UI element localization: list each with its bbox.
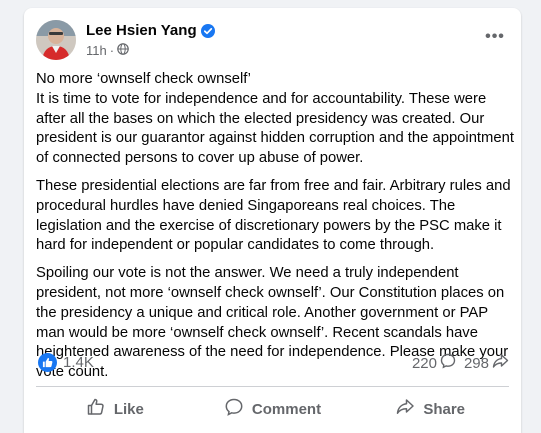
- more-options-button[interactable]: •••: [481, 26, 509, 48]
- post-meta: 11h ·: [86, 43, 129, 58]
- post-header: Lee Hsien Yang 11h · •••: [36, 20, 509, 64]
- comment-count-value: 220: [411, 354, 437, 372]
- globe-icon: [117, 43, 129, 58]
- comment-count[interactable]: 220: [412, 353, 456, 373]
- post-paragraph-2: These presidential elections are far fro…: [36, 177, 511, 254]
- like-reaction-icon: [38, 353, 57, 372]
- thumbs-up-icon: [86, 397, 106, 421]
- author-name-row: Lee Hsien Yang: [86, 22, 215, 39]
- post-body: No more ‘ownself check ownself’ It is ti…: [36, 70, 514, 391]
- actions-divider: [36, 386, 509, 387]
- like-button-label: Like: [113, 400, 144, 418]
- post-actions: Like Comment Share: [36, 389, 509, 429]
- share-button-label: Share: [423, 400, 466, 418]
- reaction-count-group[interactable]: 1.4K: [38, 353, 94, 372]
- post-card: Lee Hsien Yang 11h · ••• No more ‘ownsel…: [24, 8, 521, 433]
- reaction-count: 1.4K: [63, 354, 94, 371]
- share-count-value: 298: [463, 354, 489, 372]
- post-paragraph-1: No more ‘ownself check ownself’ It is ti…: [36, 71, 514, 167]
- share-count[interactable]: 298: [464, 353, 509, 373]
- meta-separator: ·: [109, 43, 115, 58]
- share-icon: [395, 397, 415, 421]
- like-button[interactable]: Like: [36, 389, 194, 429]
- verified-badge-icon: [200, 23, 215, 38]
- post-timestamp[interactable]: 11h: [86, 43, 107, 58]
- comment-icon: [224, 397, 244, 421]
- author-name[interactable]: Lee Hsien Yang: [86, 22, 197, 39]
- share-arrow-icon: [492, 353, 509, 373]
- author-avatar[interactable]: [36, 20, 76, 60]
- comment-button[interactable]: Comment: [194, 389, 352, 429]
- comment-button-label: Comment: [251, 400, 322, 418]
- engagement-stats: 220 298: [412, 353, 509, 373]
- share-button[interactable]: Share: [351, 389, 509, 429]
- comment-bubble-icon: [440, 353, 456, 373]
- reaction-summary: 1.4K 220 298: [36, 353, 509, 373]
